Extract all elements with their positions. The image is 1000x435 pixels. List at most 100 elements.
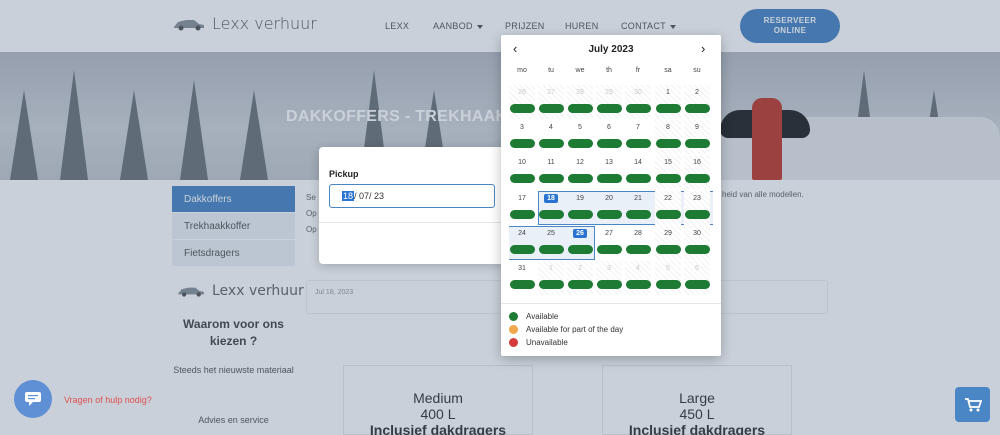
divider (501, 303, 721, 304)
availability-bar (685, 280, 710, 289)
availability-bar (626, 245, 651, 254)
calendar-day: 28 (567, 85, 593, 119)
availability-bar (685, 139, 710, 148)
availability-bar (656, 245, 681, 254)
calendar-day: 6 (684, 261, 710, 295)
calendar-day[interactable]: 16 (684, 155, 710, 189)
day-number: 2 (578, 265, 582, 272)
calendar-day[interactable]: 24 (509, 226, 535, 260)
calendar-day[interactable]: 30 (684, 226, 710, 260)
calendar-day[interactable]: 9 (684, 120, 710, 154)
calendar-day[interactable]: 23 (684, 191, 710, 225)
calendar-day[interactable]: 31 (509, 261, 535, 295)
day-number: 16 (693, 159, 701, 166)
availability-bar (597, 280, 622, 289)
availability-bar (626, 210, 651, 219)
calendar-day: 29 (596, 85, 622, 119)
calendar-day[interactable]: 28 (625, 226, 651, 260)
calendar-day[interactable]: 27 (596, 226, 622, 260)
legend-item: Available (509, 310, 719, 323)
calendar-day[interactable]: 17 (509, 191, 535, 225)
legend-item: Unavailable (509, 336, 719, 349)
day-number: 6 (607, 124, 611, 131)
availability-bar (626, 139, 651, 148)
calendar-day[interactable]: 21 (625, 191, 651, 225)
shopping-cart-icon (964, 397, 982, 411)
calendar-day[interactable]: 29 (655, 226, 681, 260)
availability-bar (685, 245, 710, 254)
calendar-day[interactable]: 22 (655, 191, 681, 225)
availability-bar (626, 280, 651, 289)
day-number: 8 (666, 124, 670, 131)
cart-button[interactable] (955, 387, 990, 422)
calendar-day[interactable]: 13 (596, 155, 622, 189)
day-number: 22 (664, 195, 672, 202)
calendar-day[interactable]: 3 (509, 120, 535, 154)
calendar-day[interactable]: 20 (596, 191, 622, 225)
calendar-day[interactable]: 8 (655, 120, 681, 154)
day-number: 5 (578, 124, 582, 131)
day-number: 1 (549, 265, 553, 272)
calendar-day: 4 (625, 261, 651, 295)
next-month-icon[interactable]: › (701, 41, 705, 56)
calendar-popup: ‹ July 2023 › mo tu we th fr sa su 26 27 28 29 30 1… (501, 35, 721, 356)
availability-bar (510, 280, 535, 289)
day-number: 6 (695, 265, 699, 272)
pickup-date-rest: / 07/ 23 (354, 191, 385, 201)
calendar-day[interactable]: 10 (509, 155, 535, 189)
calendar-day[interactable]: 2 (684, 85, 710, 119)
availability-bar (656, 210, 681, 219)
pickup-dialog: Pickup 18/ 07/ 23 (319, 147, 519, 264)
calendar-day[interactable]: 7 (625, 120, 651, 154)
calendar-day[interactable]: 1 (655, 85, 681, 119)
calendar-day[interactable]: 14 (625, 155, 651, 189)
availability-bar (685, 174, 710, 183)
availability-bar (510, 104, 535, 113)
day-number: 26 (567, 229, 593, 238)
chat-prompt-text[interactable]: Vragen of hulp nodig? (64, 395, 152, 405)
calendar-day[interactable]: 18 (538, 191, 564, 225)
day-number: 3 (520, 124, 524, 131)
availability-bar (597, 174, 622, 183)
availability-bar (539, 210, 564, 219)
availability-bar (597, 139, 622, 148)
calendar-day[interactable]: 15 (655, 155, 681, 189)
pickup-date-input[interactable]: 18/ 07/ 23 (329, 184, 495, 208)
calendar-day[interactable]: 19 (567, 191, 593, 225)
day-number: 7 (636, 124, 640, 131)
calendar-day[interactable]: 25 (538, 226, 564, 260)
day-number: 27 (605, 230, 613, 237)
availability-bar (510, 210, 535, 219)
day-number: 12 (576, 159, 584, 166)
calendar-day[interactable]: 11 (538, 155, 564, 189)
availability-bar (539, 174, 564, 183)
calendar-day[interactable]: 26 (567, 226, 593, 260)
calendar-day: 1 (538, 261, 564, 295)
calendar-day: 27 (538, 85, 564, 119)
day-number: 24 (518, 230, 526, 237)
selected-day-number: 18 (544, 194, 558, 203)
calendar-day[interactable]: 5 (567, 120, 593, 154)
chat-button[interactable] (14, 380, 52, 418)
day-number: 25 (547, 230, 555, 237)
day-number: 31 (518, 265, 526, 272)
calendar-day: 5 (655, 261, 681, 295)
calendar-day[interactable]: 4 (538, 120, 564, 154)
day-number: 18 (538, 194, 564, 203)
day-number: 30 (634, 89, 642, 96)
weekday-fr: fr (635, 67, 641, 74)
day-number: 9 (695, 124, 699, 131)
availability-bar (568, 139, 593, 148)
calendar-day[interactable]: 12 (567, 155, 593, 189)
day-number: 28 (576, 89, 584, 96)
day-number: 14 (634, 159, 642, 166)
calendar-day: 3 (596, 261, 622, 295)
day-number: 23 (693, 195, 701, 202)
availability-bar (626, 104, 651, 113)
day-number: 26 (518, 89, 526, 96)
day-number: 28 (634, 230, 642, 237)
calendar-day[interactable]: 6 (596, 120, 622, 154)
weekday-mo: mo (517, 67, 527, 74)
selected-day-number: 26 (573, 229, 587, 238)
day-number: 4 (636, 265, 640, 272)
